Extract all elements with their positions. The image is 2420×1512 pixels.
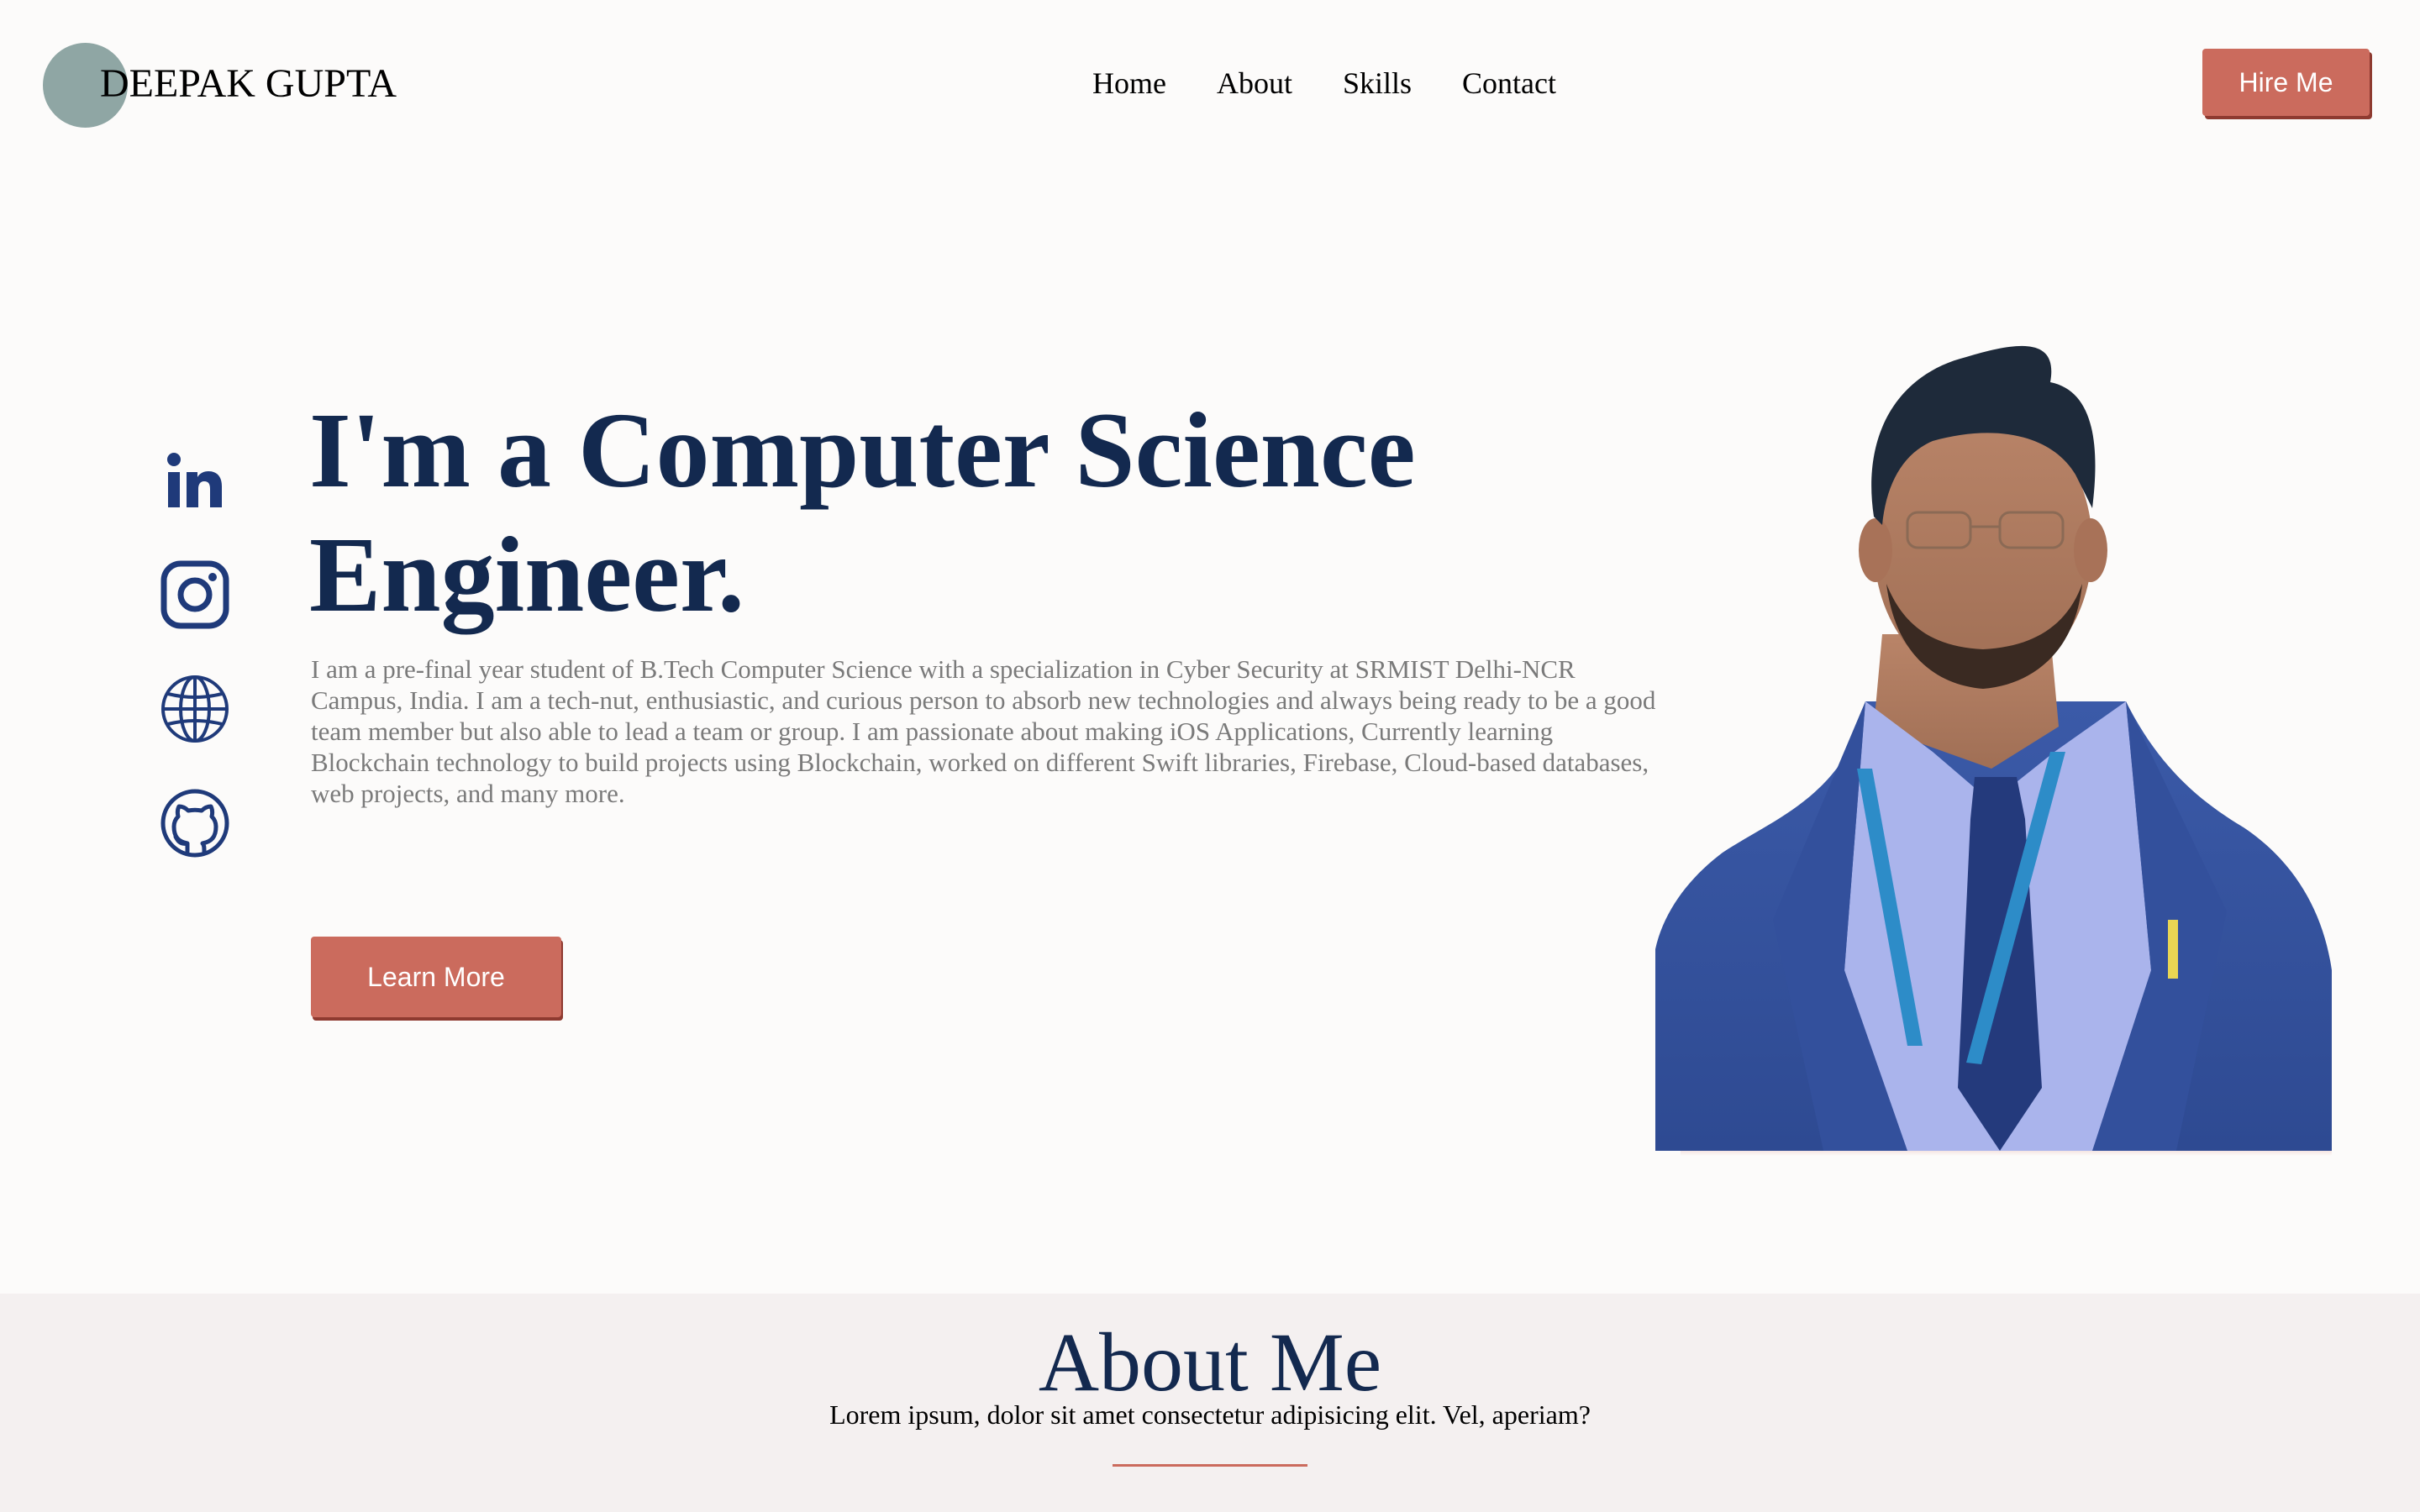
- about-section: About Me Lorem ipsum, dolor sit amet con…: [0, 1294, 2420, 1512]
- linkedin-icon[interactable]: [158, 444, 232, 517]
- nav-home[interactable]: Home: [1092, 63, 1166, 103]
- hero-description: I am a pre-final year student of B.Tech …: [311, 654, 1656, 808]
- instagram-icon[interactable]: [158, 558, 232, 632]
- learn-more-button[interactable]: Learn More: [311, 937, 561, 1017]
- globe-icon[interactable]: [158, 672, 232, 746]
- site-header: DEEPAK GUPTA Home About Skills Contact H…: [0, 0, 2420, 168]
- about-divider: [1113, 1464, 1307, 1467]
- hire-me-button[interactable]: Hire Me: [2202, 49, 2370, 116]
- nav-contact[interactable]: Contact: [1462, 63, 1556, 103]
- main-nav: Home About Skills Contact: [1092, 63, 1607, 103]
- nav-about[interactable]: About: [1217, 63, 1292, 103]
- hero-title: I'm a Computer Science Engineer.: [309, 391, 1416, 634]
- nav-skills[interactable]: Skills: [1343, 63, 1412, 103]
- logo-text[interactable]: DEEPAK GUPTA: [100, 59, 397, 109]
- github-icon[interactable]: [158, 786, 232, 860]
- social-links: [158, 444, 232, 900]
- about-subtitle: Lorem ipsum, dolor sit amet consectetur …: [829, 1399, 1591, 1430]
- profile-photo: [1655, 345, 2332, 1151]
